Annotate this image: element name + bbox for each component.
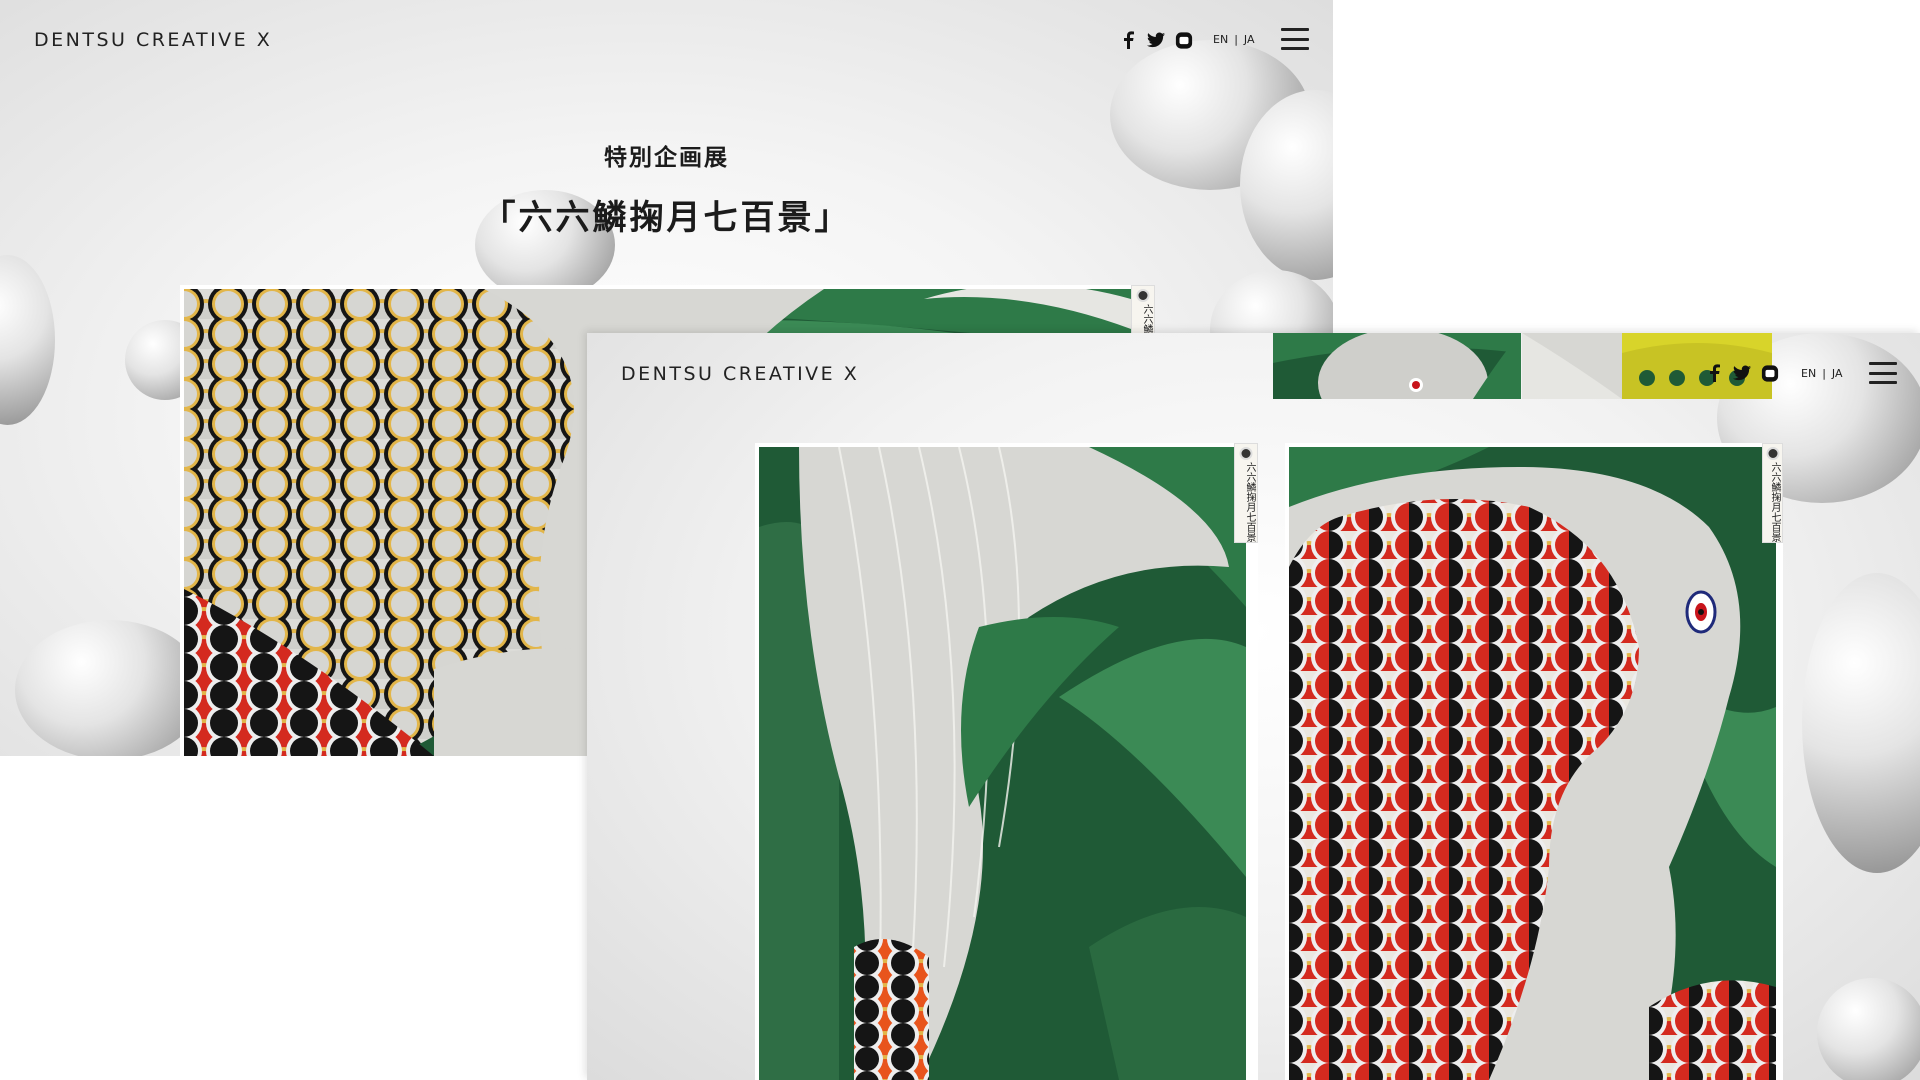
youtube-icon[interactable] [1761, 364, 1779, 382]
twitter-icon[interactable] [1147, 31, 1165, 49]
youtube-icon[interactable] [1175, 31, 1193, 49]
lang-en[interactable]: EN [1213, 33, 1228, 46]
facebook-icon[interactable] [1119, 31, 1137, 49]
social-links [1705, 364, 1779, 382]
decorative-blob [15, 620, 205, 756]
lang-ja[interactable]: JA [1244, 33, 1255, 46]
decorative-blob [0, 255, 55, 425]
koi-artwork-head[interactable] [1289, 447, 1776, 1080]
site-logo[interactable]: DENTSU CREATIVE X [621, 363, 859, 385]
hamburger-menu-icon[interactable] [1869, 362, 1897, 384]
exhibition-title: 「六六鱗掬月七百景」 [481, 198, 852, 238]
screenshot-desktop-gallery: DENTSU CREATIVE X EN | JA 六六鱗掬月七百景 六六鱗掬月… [587, 333, 1920, 1080]
hamburger-menu-icon[interactable] [1281, 28, 1309, 50]
koi-artwork-tail[interactable] [759, 447, 1246, 1080]
koi-strip-left[interactable] [1273, 333, 1521, 399]
lang-separator: | [1822, 367, 1826, 380]
lang-separator: | [1234, 33, 1238, 46]
exhibition-kicker: 特別企画展 [604, 145, 729, 171]
twitter-icon[interactable] [1733, 364, 1751, 382]
site-logo[interactable]: DENTSU CREATIVE X [34, 29, 272, 51]
social-links [1119, 31, 1193, 49]
artwork-seal: 六六鱗掬月七百景 [1762, 443, 1783, 543]
facebook-icon[interactable] [1705, 364, 1723, 382]
language-switch: EN | JA [1213, 33, 1254, 46]
artwork-seal: 六六鱗掬月七百景 [1234, 443, 1258, 543]
lang-en[interactable]: EN [1801, 367, 1816, 380]
decorative-blob [1817, 978, 1920, 1080]
decorative-blob [1802, 573, 1920, 873]
lang-ja[interactable]: JA [1832, 367, 1843, 380]
language-switch: EN | JA [1801, 367, 1842, 380]
